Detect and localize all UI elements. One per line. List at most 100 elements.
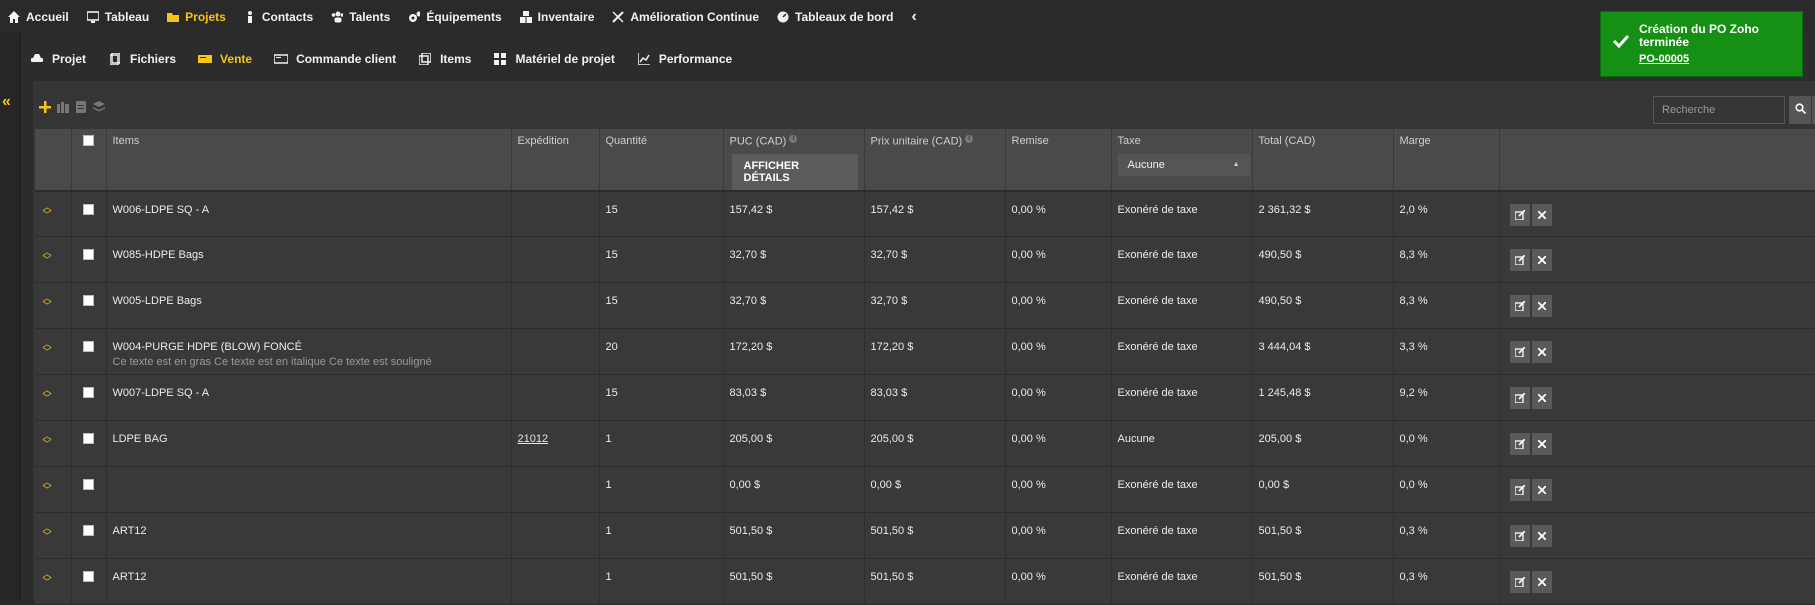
nav-item-7[interactable]: Amélioration Continue [604, 0, 769, 33]
subnav-item-label: Projet [52, 52, 87, 66]
edit-icon [1514, 393, 1525, 404]
delete-button[interactable] [1531, 295, 1552, 318]
show-details-button[interactable]: AFFICHER DÉTAILS [731, 153, 858, 190]
search-input[interactable]: Recherche [1653, 96, 1785, 124]
close-icon [1537, 486, 1546, 495]
header-remise[interactable]: Remise [1005, 129, 1112, 192]
row-checkbox[interactable] [83, 571, 94, 583]
puc-cell: 501,50 $ [723, 558, 865, 605]
tax-cell: Exonéré de taxe [1111, 190, 1253, 238]
row-checkbox[interactable] [83, 387, 94, 399]
info-icon[interactable]: i [789, 135, 798, 143]
quantity-cell: 1 [599, 558, 724, 605]
move-down-icon[interactable]: ﹀ [42, 394, 51, 403]
margin-cell: 0,0 % [1393, 420, 1500, 468]
collapse-sidebar-icon[interactable]: « [2, 93, 11, 111]
tax-cell: Exonéré de taxe [1111, 512, 1253, 560]
collapse-nav-button[interactable]: ‹ [904, 0, 927, 33]
expedition-link[interactable]: 21012 [518, 433, 549, 445]
delete-button[interactable] [1531, 341, 1552, 364]
document-icon[interactable] [75, 101, 87, 113]
nav-item-1[interactable]: Tableau [79, 0, 159, 33]
delete-button[interactable] [1531, 203, 1552, 226]
edit-button[interactable] [1509, 387, 1530, 410]
row-reorder-cell: ︿ ﹀ [35, 236, 72, 284]
po-link[interactable]: PO-00005 [1639, 53, 1689, 65]
row-checkbox[interactable] [83, 341, 94, 353]
header-taxe-label[interactable]: Taxe [1118, 135, 1141, 147]
subnav-item-5[interactable]: Matériel de projet [483, 52, 626, 66]
nav-item-6[interactable]: Inventaire [512, 0, 605, 33]
sales-panel: Recherche Items Expédition Quantité PUC … [33, 82, 1815, 605]
move-down-icon[interactable]: ﹀ [42, 440, 51, 449]
delete-button[interactable] [1531, 479, 1552, 502]
move-down-icon[interactable]: ﹀ [42, 348, 51, 357]
edit-button[interactable] [1509, 203, 1530, 226]
puc-cell: 32,70 $ [723, 282, 865, 330]
delete-button[interactable] [1531, 433, 1552, 456]
subnav-item-2[interactable]: Vente [188, 52, 264, 66]
edit-button[interactable] [1509, 295, 1530, 318]
subnav-item-0[interactable]: Projet [20, 52, 98, 66]
expedition-cell [511, 466, 600, 514]
subnav-item-4[interactable]: Items [408, 52, 483, 66]
row-checkbox[interactable] [83, 203, 94, 215]
nav-item-2[interactable]: Projets [159, 0, 236, 33]
add-icon[interactable] [39, 101, 51, 113]
delete-button[interactable] [1531, 525, 1552, 548]
info-icon[interactable]: i [965, 135, 974, 143]
tax-filter-select[interactable]: Aucune ▲ [1117, 154, 1250, 176]
header-prix-label[interactable]: Prix unitaire (CAD) [871, 136, 963, 148]
search-button[interactable] [1789, 96, 1811, 124]
row-checkbox[interactable] [83, 295, 94, 307]
subnav-item-label: Matériel de projet [515, 52, 615, 66]
nav-item-8[interactable]: Tableaux de bord [769, 0, 903, 33]
header-total[interactable]: Total (CAD) [1252, 129, 1394, 192]
row-reorder-cell: ︿ ﹀ [35, 420, 72, 468]
header-items[interactable]: Items [106, 129, 512, 192]
nav-item-5[interactable]: Équipements [400, 0, 511, 33]
move-down-icon[interactable]: ﹀ [42, 532, 51, 541]
nav-item-3[interactable]: Contacts [236, 0, 323, 33]
subnav-item-6[interactable]: Performance [627, 52, 744, 66]
delete-button[interactable] [1531, 249, 1552, 272]
row-checkbox[interactable] [83, 249, 94, 261]
nav-item-4[interactable]: Talents [323, 0, 400, 33]
move-down-icon[interactable]: ﹀ [42, 486, 51, 495]
tax-cell: Exonéré de taxe [1111, 328, 1253, 376]
move-down-icon[interactable]: ﹀ [42, 578, 51, 587]
header-puc-label[interactable]: PUC (CAD) [730, 136, 787, 148]
nav-item-0[interactable]: Accueil [0, 0, 79, 33]
row-checkbox[interactable] [83, 479, 94, 491]
home-icon [8, 10, 20, 23]
edit-button[interactable] [1509, 433, 1530, 456]
edit-button[interactable] [1509, 249, 1530, 272]
row-reorder-cell: ︿ ﹀ [35, 328, 72, 376]
subnav-item-label: Items [440, 52, 472, 66]
header-expedition[interactable]: Expédition [511, 129, 600, 192]
row-select-cell [71, 420, 107, 468]
move-down-icon[interactable]: ﹀ [42, 256, 51, 265]
header-quantite[interactable]: Quantité [599, 129, 724, 192]
edit-button[interactable] [1509, 479, 1530, 502]
edit-button[interactable] [1509, 571, 1530, 594]
subnav-item-3[interactable]: Commande client [264, 52, 408, 66]
close-icon [1537, 348, 1546, 357]
layers-icon[interactable] [93, 101, 105, 113]
edit-button[interactable] [1509, 341, 1530, 364]
item-cell [106, 466, 512, 514]
delete-button[interactable] [1531, 387, 1552, 410]
subnav-item-label: Performance [658, 52, 733, 66]
edit-button[interactable] [1509, 525, 1530, 548]
project-sub-navigation: Projet Fichiers Vente Commande client Items M… [20, 44, 744, 74]
move-down-icon[interactable]: ﹀ [42, 302, 51, 311]
move-down-icon[interactable]: ﹀ [42, 210, 51, 219]
row-checkbox[interactable] [83, 525, 94, 537]
import-books-icon[interactable] [57, 101, 69, 113]
subnav-item-1[interactable]: Fichiers [98, 52, 188, 66]
item-name: W007-LDPE SQ - A [112, 387, 210, 400]
delete-button[interactable] [1531, 571, 1552, 594]
header-marge[interactable]: Marge [1393, 129, 1500, 192]
row-checkbox[interactable] [83, 433, 94, 445]
select-all-checkbox[interactable] [83, 135, 94, 146]
